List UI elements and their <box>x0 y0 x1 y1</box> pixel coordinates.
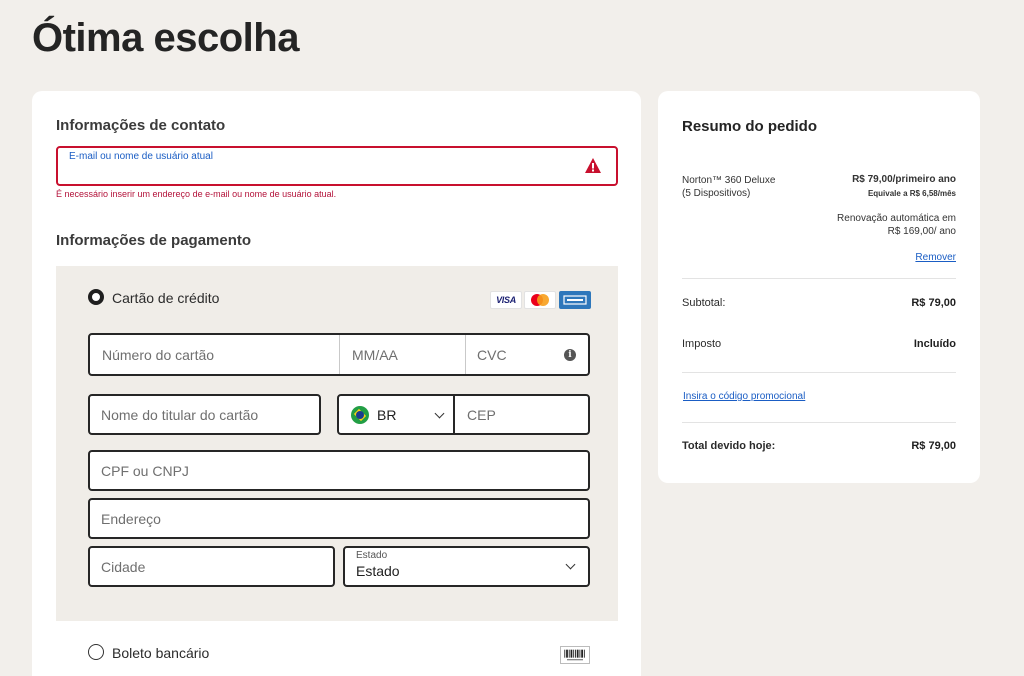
cvc-input[interactable]: CVC <box>477 347 507 363</box>
summary-divider <box>682 372 956 373</box>
product-name: Norton™ 360 Deluxe <box>682 175 776 186</box>
card-number-input[interactable]: Número do cartão <box>102 347 214 363</box>
chevron-down-icon[interactable] <box>434 408 445 419</box>
tax-value: Incluído <box>913 338 956 350</box>
warning-icon <box>585 158 601 173</box>
contact-section-title: Informações de contato <box>56 117 226 134</box>
tax-label: Imposto <box>682 338 722 350</box>
card-number-group: Número do cartão MM/AA CVC i <box>88 333 590 376</box>
remove-link[interactable]: Remover <box>915 252 956 263</box>
credit-card-radio[interactable] <box>88 289 104 305</box>
city-input[interactable]: Cidade <box>101 559 145 575</box>
product-devices: (5 Dispositivos) <box>682 188 751 199</box>
country-select[interactable]: BR <box>377 407 396 423</box>
amex-logo <box>559 291 591 309</box>
total-value: R$ 79,00 <box>911 440 956 452</box>
tax-id-field[interactable]: CPF ou CNPJ <box>88 450 590 491</box>
brazil-flag-icon <box>351 405 369 424</box>
country-zip-group: BR CEP <box>337 394 590 435</box>
promo-code-link[interactable]: Insira o código promocional <box>683 391 805 402</box>
info-icon[interactable]: i <box>564 348 576 361</box>
product-price-monthly: Equivale a R$ 6,58/mês <box>867 189 956 198</box>
subtotal-label: Subtotal: <box>682 297 726 309</box>
payment-section-title: Informações de pagamento <box>56 232 252 249</box>
boleto-label: Boleto bancário <box>112 645 210 661</box>
address-field[interactable]: Endereço <box>88 498 590 539</box>
email-error-message: É necessário inserir um endereço de e-ma… <box>56 189 337 199</box>
page-title: Ótima escolha <box>32 16 299 60</box>
address-input[interactable]: Endereço <box>101 511 161 527</box>
boleto-radio[interactable] <box>88 644 104 660</box>
summary-divider <box>682 278 956 279</box>
card-field-divider <box>465 335 466 374</box>
credit-card-label: Cartão de crédito <box>112 290 220 306</box>
credit-card-panel: Cartão de crédito VISA Número do cartão … <box>56 266 618 621</box>
card-holder-field[interactable]: Nome do titular do cartão <box>88 394 321 435</box>
country-zip-divider <box>453 396 455 433</box>
subtotal-value: R$ 79,00 <box>911 297 956 309</box>
order-summary-card: Resumo do pedido Norton™ 360 Deluxe (5 D… <box>658 91 980 483</box>
summary-title: Resumo do pedido <box>682 118 817 135</box>
chevron-down-icon <box>565 559 576 570</box>
state-select[interactable]: Estado Estado <box>343 546 590 587</box>
visa-logo-text: VISA <box>496 295 516 305</box>
product-price: R$ 79,00/primeiro ano <box>852 174 956 185</box>
card-field-divider <box>339 335 340 374</box>
expiry-input[interactable]: MM/AA <box>352 347 398 363</box>
state-select-value: Estado <box>356 563 400 579</box>
city-field[interactable]: Cidade <box>88 546 335 587</box>
email-field-label: E-mail ou nome de usuário atual <box>69 151 213 162</box>
tax-id-input[interactable]: CPF ou CNPJ <box>101 463 189 479</box>
boleto-barcode-icon <box>560 646 590 664</box>
card-holder-input[interactable]: Nome do titular do cartão <box>101 407 258 423</box>
summary-divider <box>682 422 956 423</box>
state-select-label: Estado <box>356 550 388 561</box>
renewal-text-line1: Renovação automática em <box>837 213 956 224</box>
renewal-text-line2: R$ 169,00/ ano <box>887 226 956 237</box>
visa-logo: VISA <box>490 291 522 309</box>
email-field[interactable]: E-mail ou nome de usuário atual <box>56 146 618 186</box>
zip-input[interactable]: CEP <box>467 407 496 423</box>
checkout-form-card: Informações de contato E-mail ou nome de… <box>32 91 641 676</box>
total-label: Total devido hoje: <box>682 440 776 452</box>
mastercard-logo <box>524 291 556 309</box>
